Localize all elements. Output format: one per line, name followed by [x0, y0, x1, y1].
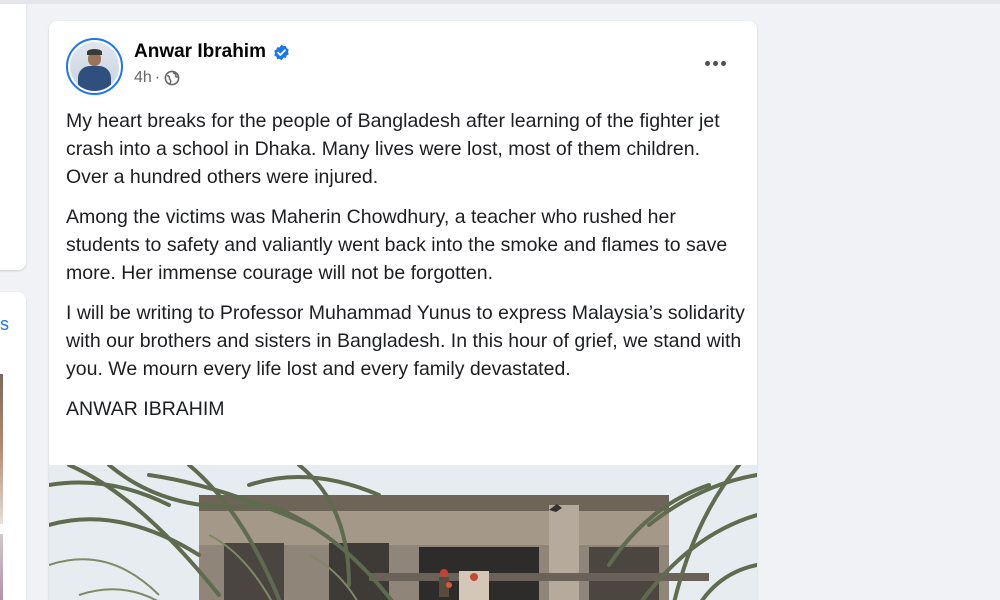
- meta-separator: ·: [154, 69, 161, 86]
- avatar[interactable]: [66, 38, 123, 95]
- more-options-icon: [704, 60, 710, 66]
- post-text: My heart breaks for the people of Bangla…: [66, 107, 746, 435]
- post-card: Anwar Ibrahim 4h · My heart breaks for t…: [49, 21, 757, 600]
- post-paragraph-2: Among the victims was Maherin Chowdhury,…: [66, 206, 728, 284]
- globe-icon[interactable]: [164, 70, 180, 86]
- verified-badge-icon: [274, 44, 289, 60]
- avatar-photo: [70, 42, 119, 91]
- sidebar-partial-link[interactable]: s: [0, 314, 9, 335]
- post-photo[interactable]: [49, 465, 757, 600]
- more-options-button[interactable]: [697, 49, 733, 77]
- post-meta: 4h ·: [134, 69, 180, 87]
- author-name[interactable]: Anwar Ibrahim: [134, 41, 266, 63]
- sidebar-thumbnail[interactable]: [0, 374, 3, 524]
- sidebar-thumbnail-2[interactable]: [0, 534, 3, 600]
- author-name-row: Anwar Ibrahim: [134, 41, 290, 63]
- top-bar-edge: [0, 0, 1000, 4]
- post-paragraph-1: My heart breaks for the people of Bangla…: [66, 110, 720, 188]
- post-signature: ANWAR IBRAHIM: [66, 398, 225, 420]
- post-paragraph-3: I will be writing to Professor Muhammad …: [66, 302, 745, 380]
- left-sidebar-card-2: s: [0, 292, 26, 600]
- left-sidebar-card: [0, 4, 26, 270]
- post-timestamp[interactable]: 4h: [134, 69, 152, 87]
